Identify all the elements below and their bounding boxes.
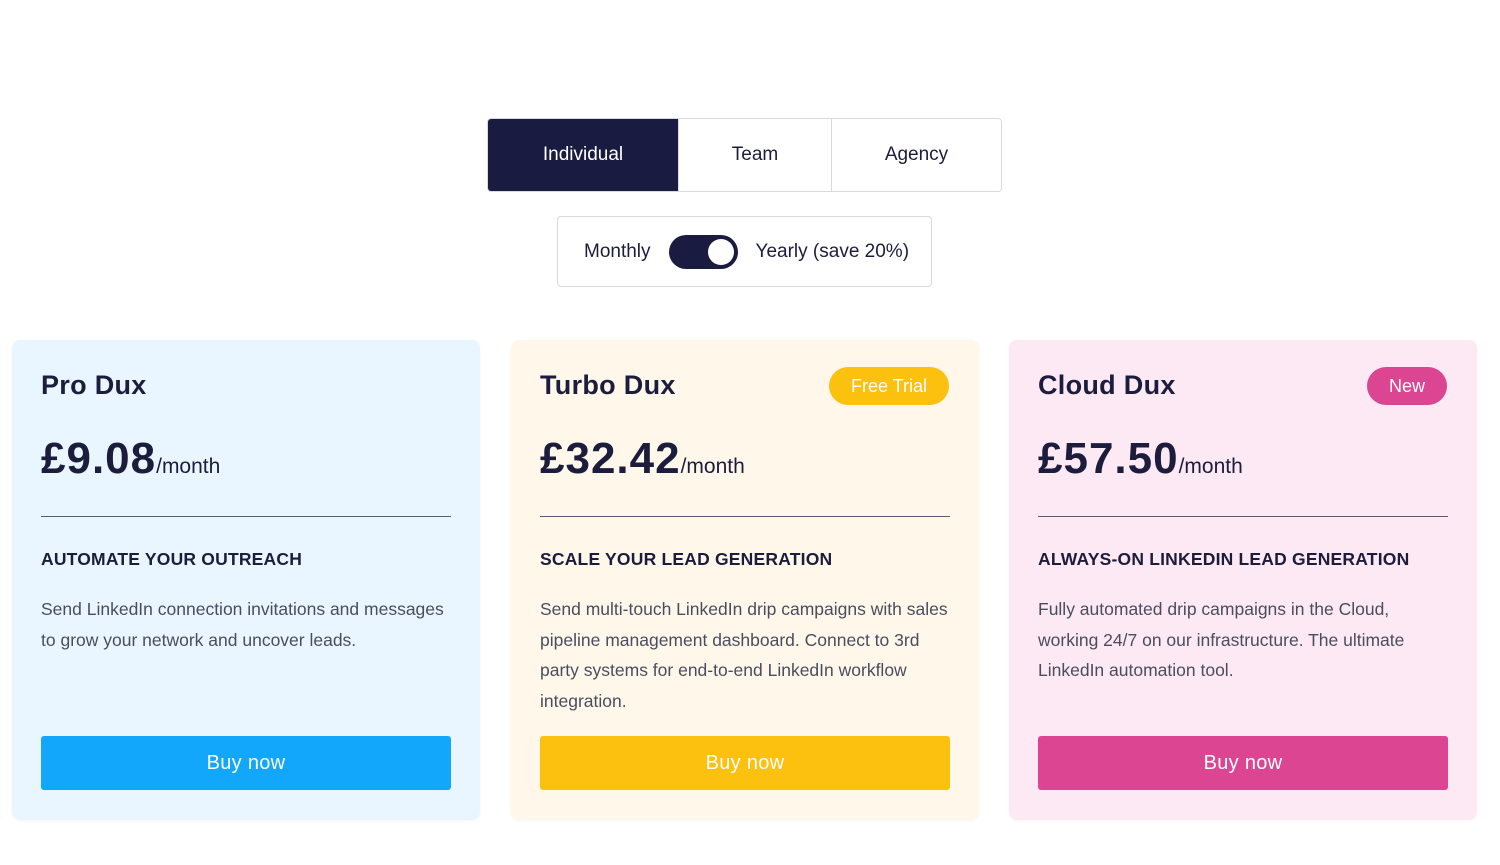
card-description: Send LinkedIn connection invitations and… [41, 599, 444, 650]
divider [540, 516, 950, 517]
tab-team[interactable]: Team [678, 119, 831, 191]
price-amount: £57.50 [1038, 434, 1179, 483]
card-description: Fully automated drip campaigns in the Cl… [1038, 599, 1405, 680]
price-period: /month [156, 455, 221, 478]
card-title: Turbo Dux [540, 370, 676, 400]
card-description: Send multi-touch LinkedIn drip campaigns… [540, 599, 948, 711]
switch-knob [707, 238, 734, 265]
card-price: £57.50 /month [1038, 434, 1243, 484]
new-badge: New [1366, 367, 1447, 405]
buy-now-button[interactable]: Buy now [1038, 736, 1448, 790]
divider [41, 516, 451, 517]
price-period: /month [1178, 455, 1243, 478]
buy-now-button[interactable]: Buy now [540, 736, 950, 790]
card-title: Cloud Dux [1038, 370, 1176, 400]
pricing-card-cloud-dux: Cloud Dux New £57.50 /month ALWAYS-ON LI… [1009, 340, 1477, 820]
card-title: Pro Dux [41, 370, 147, 400]
yearly-label: Yearly (save 20%) [755, 240, 910, 262]
price-amount: £32.42 [540, 434, 681, 483]
divider [1038, 516, 1448, 517]
pricing-card-pro-dux: Pro Dux £9.08 /month AUTOMATE YOUR OUTRE… [12, 340, 480, 820]
monthly-label: Monthly [584, 240, 651, 262]
tab-individual[interactable]: Individual [488, 119, 678, 191]
pricing-card-turbo-dux: Turbo Dux Free Trial £32.42 /month SCALE… [511, 340, 979, 820]
free-trial-badge: Free Trial [828, 367, 949, 405]
card-headline: ALWAYS-ON LINKEDIN LEAD GENERATION [1038, 549, 1410, 569]
plan-type-tabs: Individual Team Agency [487, 118, 1002, 192]
price-amount: £9.08 [41, 434, 157, 483]
card-price: £9.08 /month [41, 434, 220, 484]
card-headline: SCALE YOUR LEAD GENERATION [540, 549, 833, 569]
tab-agency[interactable]: Agency [831, 119, 1001, 191]
card-headline: AUTOMATE YOUR OUTREACH [41, 549, 303, 569]
billing-period-toggle: Monthly Yearly (save 20%) [557, 216, 932, 287]
billing-switch[interactable] [668, 234, 738, 269]
buy-now-button[interactable]: Buy now [41, 736, 451, 790]
price-period: /month [680, 455, 745, 478]
card-price: £32.42 /month [540, 434, 745, 484]
